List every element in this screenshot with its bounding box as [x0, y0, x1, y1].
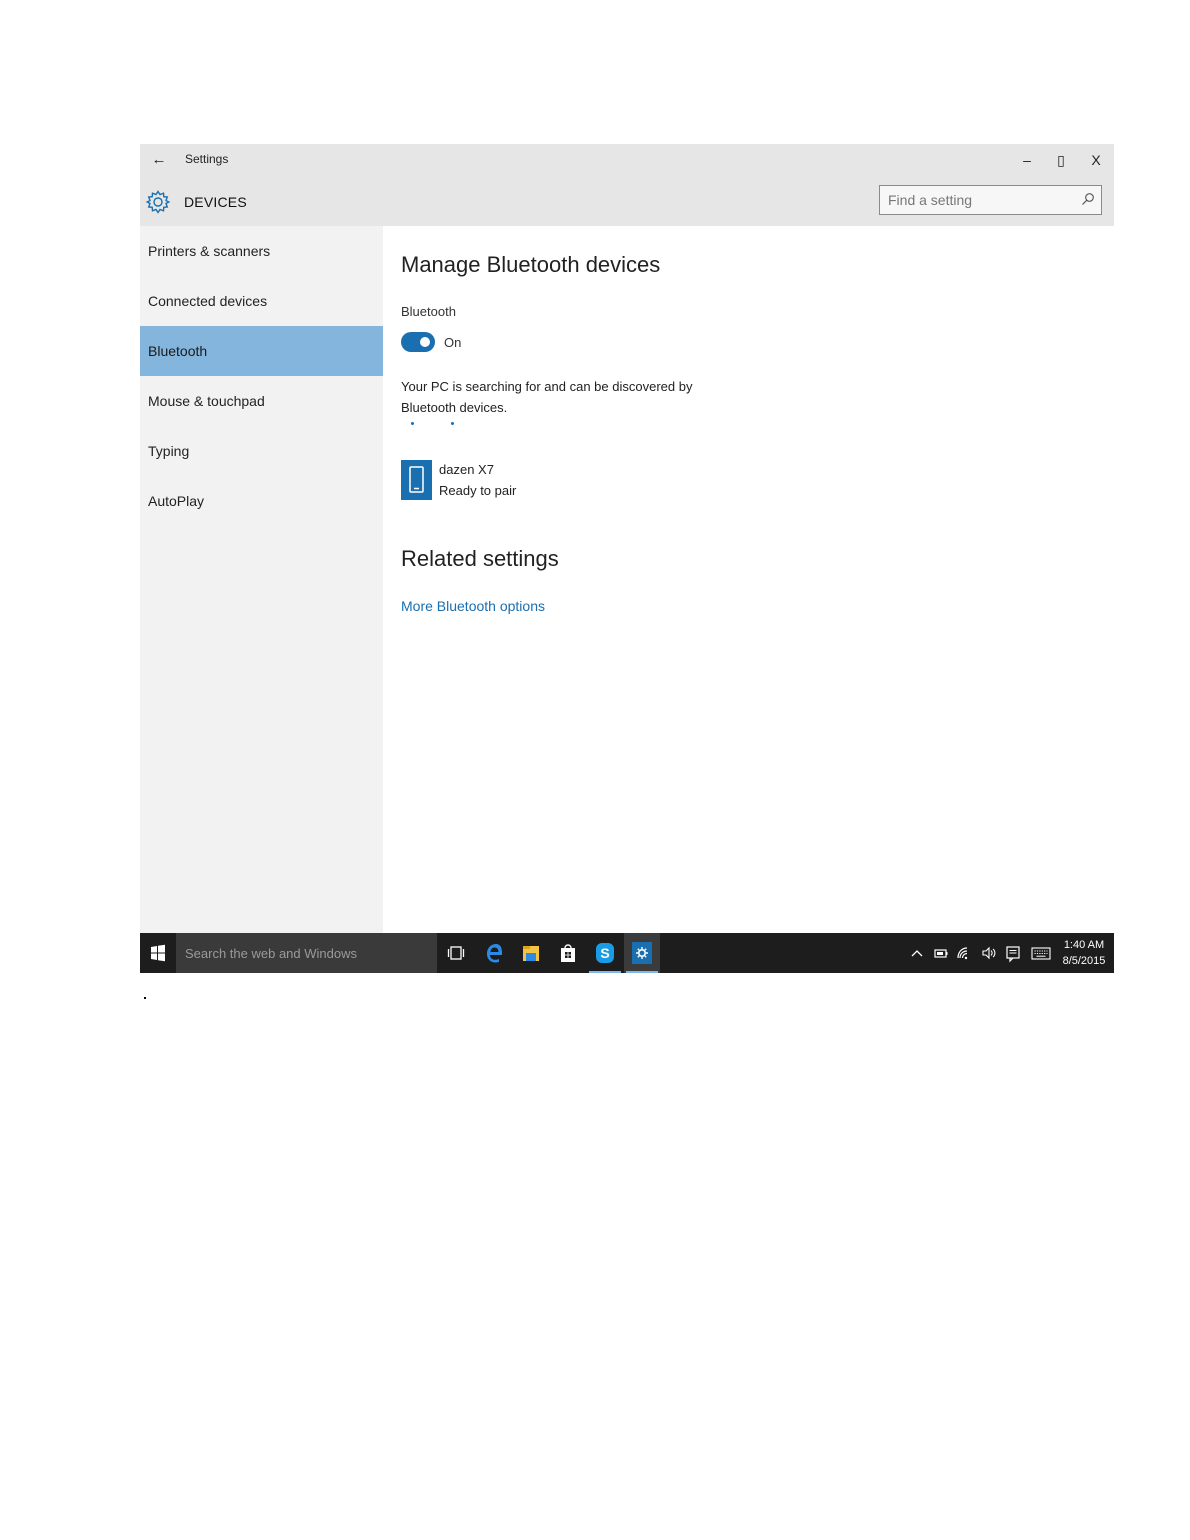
title-bar: ← Settings – ▯ X DEVICES: [140, 144, 1114, 226]
sidebar-item-connected-devices[interactable]: Connected devices: [140, 276, 383, 326]
page-dot: [144, 997, 146, 999]
active-app-indicator: [589, 971, 621, 973]
taskbar-search-text: Search the web and Windows: [185, 946, 357, 961]
active-app-indicator: [626, 971, 658, 973]
back-arrow-icon[interactable]: ←: [148, 148, 170, 172]
store-icon[interactable]: [550, 933, 586, 973]
keyboard-icon[interactable]: [1030, 943, 1052, 963]
device-name: dazen X7: [439, 462, 494, 477]
task-view-icon[interactable]: [438, 933, 474, 973]
svg-text:S: S: [600, 945, 609, 961]
find-setting-search[interactable]: [879, 185, 1102, 215]
window-title: Settings: [185, 152, 229, 166]
related-settings-title: Related settings: [401, 546, 559, 571]
section-title: DEVICES: [184, 194, 247, 210]
chevron-up-icon[interactable]: [908, 943, 926, 963]
taskbar-clock[interactable]: 1:40 AM 8/5/2015: [1058, 937, 1110, 969]
toggle-state-label: On: [444, 335, 462, 350]
bluetooth-label: Bluetooth: [401, 304, 456, 319]
search-input[interactable]: [880, 186, 1084, 214]
gear-icon: [145, 190, 171, 214]
bluetooth-toggle[interactable]: [401, 332, 435, 352]
device-status: Ready to pair: [439, 483, 517, 498]
minimize-button[interactable]: –: [1012, 148, 1042, 172]
sidebar-item-bluetooth[interactable]: Bluetooth: [140, 326, 383, 376]
more-bluetooth-options-link[interactable]: More Bluetooth options: [401, 598, 545, 614]
toggle-knob: [420, 337, 430, 347]
device-item[interactable]: dazen X7 Ready to pair: [401, 460, 701, 502]
skype-icon[interactable]: S: [587, 933, 623, 973]
volume-icon[interactable]: [980, 943, 998, 963]
close-button[interactable]: X: [1081, 148, 1111, 172]
notifications-icon[interactable]: [1004, 943, 1022, 963]
wifi-icon[interactable]: [956, 943, 974, 963]
windows-start-icon[interactable]: [140, 933, 176, 973]
edge-icon[interactable]: [476, 933, 512, 973]
taskbar-search-box[interactable]: Search the web and Windows: [176, 933, 437, 973]
clock-date: 8/5/2015: [1062, 955, 1106, 967]
settings-icon[interactable]: [624, 933, 660, 973]
searching-progress-dots: [411, 422, 471, 428]
settings-window: ← Settings – ▯ X DEVICES Printers & scan…: [140, 144, 1114, 973]
sidebar-item-printers-scanners[interactable]: Printers & scanners: [140, 226, 383, 276]
file-explorer-icon[interactable]: [513, 933, 549, 973]
battery-icon[interactable]: [932, 943, 950, 963]
sidebar-item-mouse-touchpad[interactable]: Mouse & touchpad: [140, 376, 383, 426]
sidebar-item-autoplay[interactable]: AutoPlay: [140, 476, 383, 526]
main-content: Manage Bluetooth devices Bluetooth On Yo…: [383, 226, 1114, 933]
progress-dot: [451, 422, 454, 425]
search-icon[interactable]: [1081, 192, 1095, 206]
clock-time: 1:40 AM: [1063, 939, 1105, 951]
discovery-description: Your PC is searching for and can be disc…: [401, 379, 693, 415]
maximize-button[interactable]: ▯: [1046, 148, 1076, 172]
taskbar: Search the web and Windows S 1:40 AM 8/5…: [140, 933, 1114, 973]
sidebar: Printers & scanners Connected devices Bl…: [140, 226, 383, 933]
page-title: Manage Bluetooth devices: [401, 252, 661, 277]
phone-icon: [401, 460, 432, 500]
sidebar-item-typing[interactable]: Typing: [140, 426, 383, 476]
progress-dot: [411, 422, 414, 425]
